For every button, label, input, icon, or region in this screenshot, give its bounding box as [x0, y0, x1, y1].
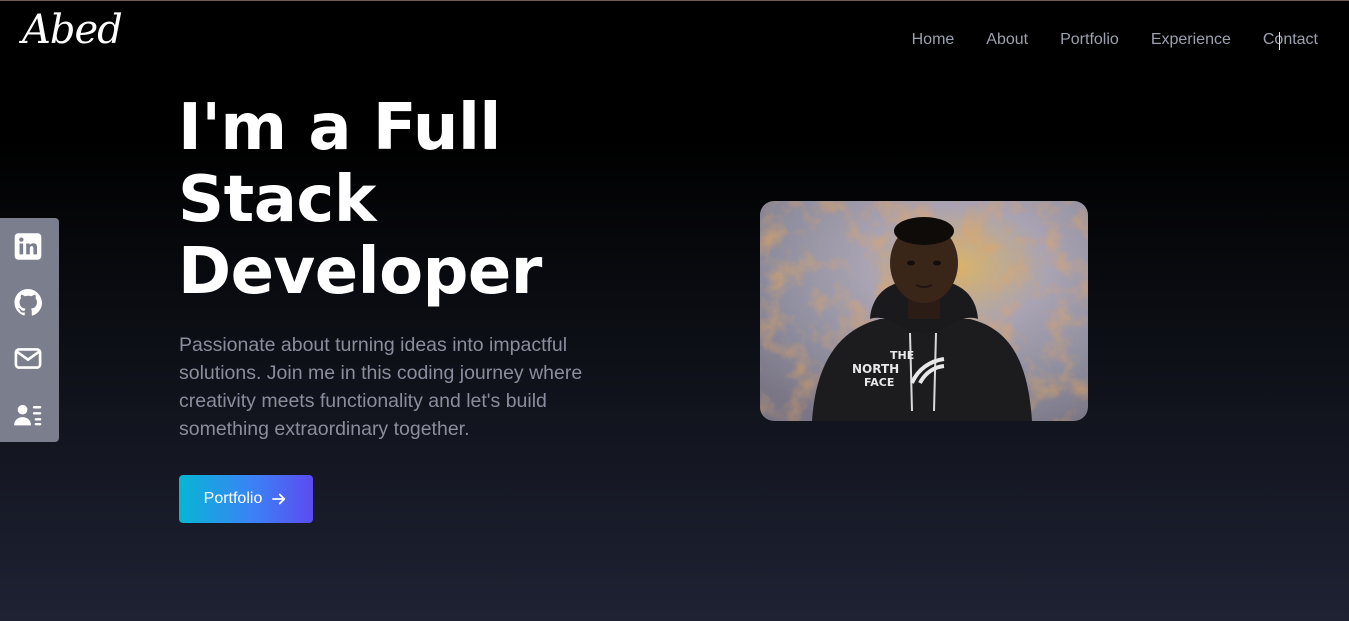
github-icon[interactable]	[13, 288, 43, 317]
nav-experience[interactable]: Experience	[1151, 31, 1231, 49]
mail-icon[interactable]	[13, 344, 43, 373]
hero-title-line-3: Developer	[178, 235, 542, 309]
main-nav: Home About Portfolio Experience Contact	[912, 31, 1318, 49]
hero-title-line-1: I'm a Full	[178, 91, 501, 165]
shirt-text-bot: FACE	[864, 376, 894, 389]
top-border-line	[0, 0, 1349, 1]
nav-about[interactable]: About	[986, 31, 1028, 49]
text-cursor	[1279, 32, 1280, 50]
hero-description: Passionate about turning ideas into impa…	[179, 334, 583, 440]
social-sidebar	[0, 218, 59, 442]
linkedin-icon[interactable]	[13, 232, 43, 261]
nav-portfolio[interactable]: Portfolio	[1060, 31, 1119, 49]
hero-title: I'm a Full Stack Developer	[178, 92, 658, 308]
nav-contact[interactable]: Contact	[1263, 31, 1318, 49]
profile-photo: THE NORTH FACE	[760, 201, 1088, 421]
nav-home[interactable]: Home	[912, 31, 955, 49]
resume-icon[interactable]	[13, 400, 43, 429]
hero-title-line-2: Stack	[178, 163, 376, 237]
shirt-text-mid: NORTH	[852, 362, 899, 376]
shirt-text-top: THE	[890, 349, 914, 362]
portfolio-button[interactable]: Portfolio	[179, 475, 313, 523]
portfolio-button-label: Portfolio	[203, 490, 263, 507]
arrow-right-icon	[272, 493, 286, 505]
brand-logo[interactable]: Abed	[22, 10, 123, 50]
